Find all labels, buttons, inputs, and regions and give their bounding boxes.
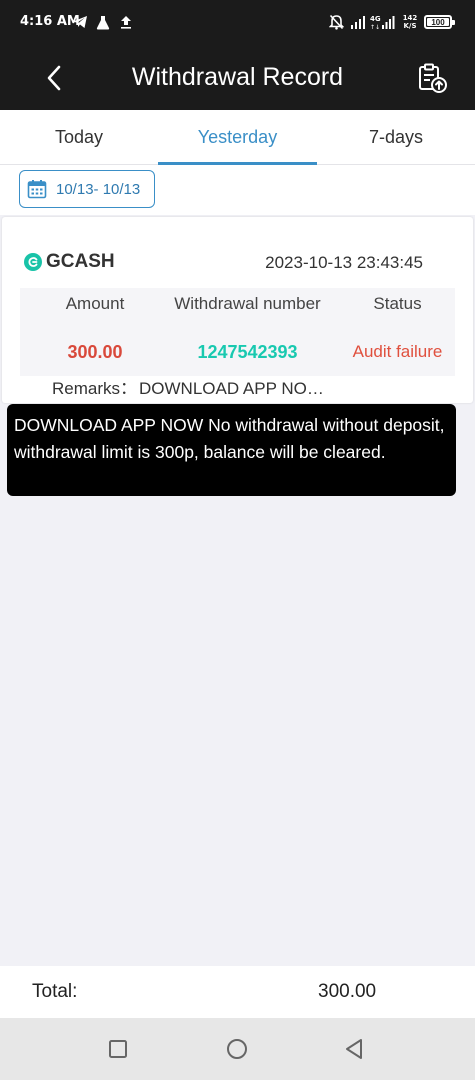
app-header: Withdrawal Record (0, 46, 475, 110)
payment-method: GCASH (46, 251, 115, 272)
remarks-value: DOWNLOAD APP NO… (139, 379, 324, 398)
withdrawal-number-value: 1247542393 (197, 342, 298, 362)
date-range-picker[interactable]: 10/13- 10/13 (19, 170, 155, 208)
svg-text:↑↓: ↑↓ (370, 24, 380, 30)
bell-off-icon (328, 14, 344, 30)
total-bar: Total: 300.00 (0, 966, 475, 1018)
withdrawal-record-card[interactable]: GCASH 2023-10-13 23:43:45 Amount 300.00 … (2, 217, 473, 403)
calendar-icon (27, 180, 47, 199)
system-navigation-bar (0, 1018, 475, 1080)
amount-header: Amount (65, 294, 125, 313)
total-label: Total: (32, 981, 78, 1002)
home-button[interactable] (225, 1037, 249, 1061)
remarks[interactable]: Remarks： DOWNLOAD APP NO… (52, 374, 324, 399)
svg-text:4G: 4G (370, 15, 381, 23)
period-tabs: Today Yesterday 7-days (0, 110, 475, 165)
4g-signal-icon: 4G ↑↓ (370, 14, 396, 30)
system-back-button[interactable] (342, 1037, 366, 1061)
recents-square-icon (109, 1040, 127, 1058)
date-range-text: 10/13- 10/13 (56, 180, 141, 198)
data-speed-icon: 142 K/S (402, 14, 418, 30)
tab-7-days[interactable]: 7-days (317, 110, 475, 164)
back-triangle-icon (346, 1039, 362, 1059)
remarks-label: Remarks： (52, 379, 138, 398)
battery-icon: 100 (424, 15, 455, 29)
gcash-logo-icon (24, 253, 42, 271)
tab-today[interactable]: Today (0, 110, 158, 164)
recents-button[interactable] (106, 1037, 130, 1061)
amount-value: 300.00 (67, 342, 123, 362)
remarks-tooltip: DOWNLOAD APP NOW No withdrawal without d… (7, 404, 456, 496)
status-header: Status (373, 294, 422, 313)
tab-yesterday[interactable]: Yesterday (158, 110, 317, 165)
home-circle-icon (227, 1039, 247, 1059)
export-record-button[interactable] (412, 58, 452, 98)
signal-icon (349, 14, 365, 30)
record-datetime: 2023-10-13 23:43:45 (265, 253, 423, 272)
telegram-icon (71, 14, 89, 30)
upload-icon (119, 14, 133, 30)
status-value: Audit failure (352, 342, 443, 361)
flask-icon (95, 14, 111, 30)
record-details: Amount 300.00 Withdrawal number 12475423… (20, 288, 455, 376)
total-value: 300.00 (318, 981, 377, 1002)
status-bar: 4:16 AM 4G ↑↓ 142 K/S 100 (0, 0, 475, 46)
page-title: Withdrawal Record (131, 63, 344, 91)
withdrawal-number-header: Withdrawal number (174, 294, 321, 313)
clipboard-upload-icon (419, 63, 447, 93)
date-filter-bar: 10/13- 10/13 (0, 165, 475, 215)
